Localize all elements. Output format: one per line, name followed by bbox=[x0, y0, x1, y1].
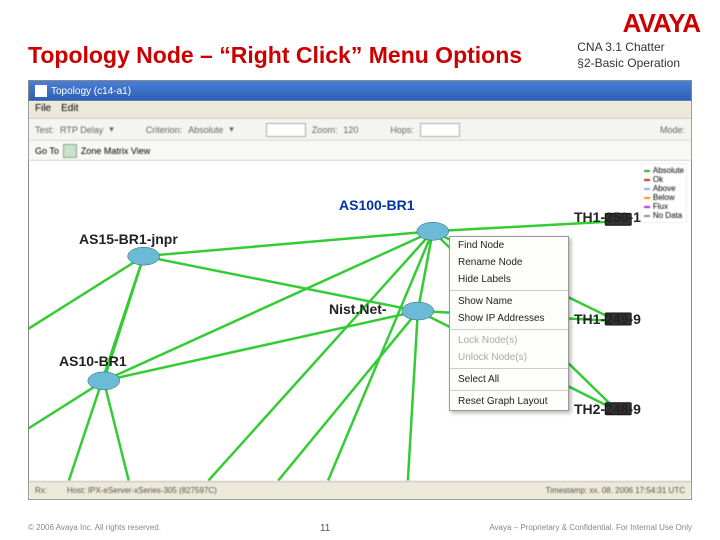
context-menu-item[interactable]: Find Node bbox=[450, 237, 568, 254]
context-menu-item[interactable]: Show IP Addresses bbox=[450, 310, 568, 327]
titlebar-text: Topology (c14-a1) bbox=[51, 86, 131, 97]
confidential: Avaya – Proprietary & Confidential. For … bbox=[489, 523, 692, 534]
menu-edit[interactable]: Edit bbox=[61, 103, 78, 116]
chatter-block: CNA 3.1 Chatter §2-Basic Operation bbox=[577, 40, 680, 71]
context-menu-separator bbox=[450, 290, 568, 291]
topology-canvas[interactable]: Absolute Ok Above Below Flux No Data bbox=[29, 161, 691, 481]
page-number: 11 bbox=[320, 523, 330, 534]
topology-window: Topology (c14-a1) File Edit Test: RTP De… bbox=[28, 80, 692, 500]
legend-nodata: No Data bbox=[653, 211, 682, 220]
app-icon bbox=[35, 85, 47, 97]
test-value[interactable]: RTP Delay bbox=[60, 125, 103, 135]
context-menu-separator bbox=[450, 390, 568, 391]
legend: Absolute Ok Above Below Flux No Data bbox=[641, 163, 687, 223]
mode-label: Mode: bbox=[660, 125, 685, 135]
label-as100-br1[interactable]: AS100-BR1 bbox=[339, 197, 414, 213]
context-menu-item[interactable]: Reset Graph Layout bbox=[450, 393, 568, 410]
legend-absolute: Absolute bbox=[653, 166, 684, 175]
statusbar: Rx: Host: IPX-eServer-xSeries-305 (82759… bbox=[29, 481, 691, 499]
label-th1-250-1[interactable]: TH1-250-1 bbox=[574, 209, 641, 225]
label-nistnet[interactable]: Nist.Net- bbox=[329, 301, 387, 317]
status-timestamp: Timestamp: xx. 08. 2006 17:54:31 UTC bbox=[546, 486, 685, 495]
menu-file[interactable]: File bbox=[35, 103, 51, 116]
criterion-label: Criterion: bbox=[146, 125, 183, 135]
test-label: Test: bbox=[35, 125, 54, 135]
criterion-value[interactable]: Absolute bbox=[188, 125, 223, 135]
context-menu-separator bbox=[450, 329, 568, 330]
status-rx: Rx: bbox=[35, 486, 47, 495]
zoom-slider[interactable] bbox=[266, 123, 306, 137]
titlebar[interactable]: Topology (c14-a1) bbox=[29, 81, 691, 101]
goto-label: Go To bbox=[35, 146, 59, 156]
context-menu[interactable]: Find NodeRename NodeHide Labels Show Name… bbox=[449, 236, 569, 411]
zone-matrix-label[interactable]: Zone Matrix View bbox=[81, 146, 150, 156]
context-menu-item[interactable]: Show Name bbox=[450, 293, 568, 310]
chatter-line2: §2-Basic Operation bbox=[577, 56, 680, 72]
context-menu-item[interactable]: Hide Labels bbox=[450, 271, 568, 288]
legend-flux: Flux bbox=[653, 202, 668, 211]
label-as10-br1[interactable]: AS10-BR1 bbox=[59, 353, 127, 369]
zone-matrix-icon[interactable] bbox=[63, 144, 77, 158]
context-menu-item: Unlock Node(s) bbox=[450, 349, 568, 366]
menubar[interactable]: File Edit bbox=[29, 101, 691, 119]
context-menu-item[interactable]: Rename Node bbox=[450, 254, 568, 271]
legend-above: Above bbox=[653, 184, 676, 193]
zoom-value[interactable]: 120 bbox=[343, 125, 358, 135]
legend-below: Below bbox=[653, 193, 675, 202]
label-th2-248-9[interactable]: TH2-248-9 bbox=[574, 401, 641, 417]
context-menu-item: Lock Node(s) bbox=[450, 332, 568, 349]
slide-title: Topology Node – “Right Click” Menu Optio… bbox=[28, 42, 522, 69]
footer: © 2006 Avaya Inc. All rights reserved. 1… bbox=[0, 523, 720, 534]
context-menu-separator bbox=[450, 368, 568, 369]
label-as15-br1-jnpr[interactable]: AS15-BR1-jnpr bbox=[79, 231, 178, 247]
hops-label: Hops: bbox=[390, 125, 414, 135]
toolbar-row1: Test: RTP Delay ▾ Criterion: Absolute ▾ … bbox=[29, 119, 691, 141]
copyright: © 2006 Avaya Inc. All rights reserved. bbox=[28, 523, 161, 534]
zoom-label: Zoom: bbox=[312, 125, 338, 135]
hops-input[interactable] bbox=[420, 123, 460, 137]
legend-ok: Ok bbox=[653, 175, 663, 184]
chatter-line1: CNA 3.1 Chatter bbox=[577, 40, 680, 56]
context-menu-item[interactable]: Select All bbox=[450, 371, 568, 388]
toolbar-row2: Go To Zone Matrix View bbox=[29, 141, 691, 161]
label-th1-249-9[interactable]: TH1-249-9 bbox=[574, 311, 641, 327]
status-host: Host: IPX-eServer-xSeries-305 (827597C) bbox=[67, 486, 217, 495]
avaya-logo: AVAYA bbox=[623, 8, 700, 39]
